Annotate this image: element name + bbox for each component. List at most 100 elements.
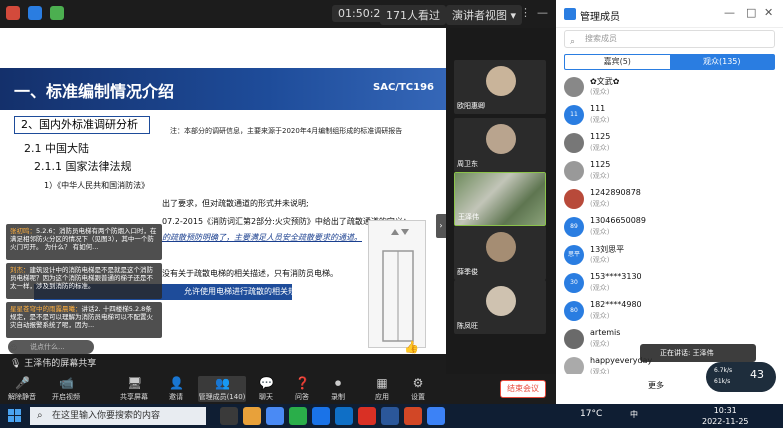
video-tile[interactable]: 陈凤旺 (454, 280, 546, 334)
viewer-count[interactable]: 171人看过 (380, 5, 446, 25)
screen-share-label: 🎙 王泽伟的屏幕共享 (0, 354, 446, 374)
more-icon[interactable]: ⋮ (520, 6, 531, 19)
wechat-icon[interactable] (289, 407, 307, 425)
screen-share-text: 王泽伟的屏幕共享 (24, 359, 97, 369)
avatar (564, 161, 584, 181)
screen-icon: 🖥 (127, 376, 143, 390)
shield-icon[interactable] (28, 6, 42, 20)
mic-off-icon: 🎤 (15, 376, 30, 390)
member-role: (观众) (590, 256, 610, 264)
member-name: artemis (590, 328, 621, 337)
download-speed: 61k/s (714, 378, 731, 385)
members-icon (564, 8, 576, 20)
speaker-view-button[interactable]: 演讲者视图 ▾ (446, 5, 523, 25)
share-screen-button[interactable]: 🖥 共享屏幕 (114, 376, 154, 402)
minimize-icon[interactable]: — (724, 6, 735, 19)
powerpoint-icon[interactable] (404, 407, 422, 425)
slide-org: SAC/TC196 (373, 82, 434, 93)
restore-icon[interactable]: □ (746, 6, 756, 19)
tab-guests[interactable]: 嘉宾(5) (565, 55, 670, 69)
member-row[interactable]: 30 153****3130 (观众) (556, 270, 783, 298)
member-name: 153****3130 (590, 272, 642, 281)
participant-name: 欧阳惠卿 (457, 102, 485, 110)
avatar: 89 (564, 217, 584, 237)
browser-icon[interactable] (266, 407, 284, 425)
member-search-input[interactable]: ⌕ 搜索成员 (564, 30, 775, 48)
apps-button[interactable]: ▦ 应用 (362, 376, 402, 402)
tab-audience[interactable]: 观众(135) (669, 55, 774, 69)
search-placeholder: 搜索成员 (585, 34, 617, 43)
tool-label: 录制 (331, 393, 345, 401)
taskbar-apps (220, 407, 445, 425)
network-percent: 43 (750, 368, 764, 381)
member-role: (观众) (590, 116, 610, 124)
panel-header: 管理成员 — □ ✕ (556, 0, 783, 28)
video-tile[interactable]: 周卫东 (454, 118, 546, 172)
member-name: 1125 (590, 132, 611, 141)
input-language[interactable]: 中 (630, 409, 638, 420)
avatar: 80 (564, 301, 584, 321)
shared-slide: 一、标准编制情况介绍 SAC/TC196 2、国内外标准调研分析 注：本部分的调… (0, 28, 446, 354)
like-icon[interactable]: 👍 (404, 340, 419, 354)
body-line-4: 没有关于疏散电梯的相关描述，只有消防员电梯。 (162, 269, 338, 278)
invite-button[interactable]: 👤 邀请 (156, 376, 196, 402)
member-name: 13刘思平 (590, 245, 625, 254)
bullet-1: 1）《中华人民共和国消防法》 (44, 181, 150, 190)
member-name: 13046650089 (590, 216, 646, 225)
video-tile[interactable]: 欧阳惠卿 (454, 60, 546, 114)
avatar (564, 329, 584, 349)
video-tile-active[interactable]: 王泽伟 (454, 172, 546, 226)
settings-button[interactable]: ⚙ 设置 (398, 376, 438, 402)
chat-input[interactable]: 说点什么... (8, 340, 94, 354)
elevator-icon (382, 229, 414, 342)
more-button[interactable]: 更多 (648, 380, 664, 391)
edge-icon[interactable] (335, 407, 353, 425)
start-video-button[interactable]: 📹 开启视频 (46, 376, 86, 402)
tencent-meeting-icon[interactable] (427, 407, 445, 425)
member-row[interactable]: 89 13046650089 (观众) (556, 214, 783, 242)
video-tile[interactable]: 薛季俊 (454, 226, 546, 280)
video-strip: 欧阳惠卿 周卫东 王泽伟 薛季俊 陈凤旺 (446, 28, 556, 374)
upload-speed: 6.7k/s (714, 367, 733, 374)
member-role: (观众) (590, 340, 610, 348)
windows-start-icon[interactable] (8, 409, 22, 423)
task-view-icon[interactable] (220, 407, 238, 425)
window-controls: ⋮ — (520, 6, 548, 19)
member-row[interactable]: 1125 (观众) (556, 130, 783, 158)
minimize-icon[interactable]: — (537, 6, 548, 19)
member-row[interactable]: 11 111 (观众) (556, 102, 783, 130)
avatar: 30 (564, 273, 584, 293)
taskbar-search-input[interactable]: ⌕ 在这里输入你要搜索的内容 (30, 407, 206, 425)
unmute-button[interactable]: 🎤 解除静音 (2, 376, 42, 402)
info-icon[interactable] (6, 6, 20, 20)
record-button[interactable]: ⏺ 录制 (318, 376, 358, 402)
weather-widget[interactable]: 17°C (580, 409, 602, 419)
record-icon: ⏺ (334, 376, 341, 390)
app-icon[interactable] (358, 407, 376, 425)
end-meeting-button[interactable]: 结束会议 (500, 380, 546, 398)
manage-members-button[interactable]: 👥 管理成员(140) (198, 376, 246, 402)
tool-label: 应用 (375, 393, 389, 401)
slide-header: 一、标准编制情况介绍 SAC/TC196 (0, 68, 446, 110)
app-icon[interactable] (312, 407, 330, 425)
file-explorer-icon[interactable] (243, 407, 261, 425)
word-icon[interactable] (381, 407, 399, 425)
qa-button[interactable]: ❓ 问答 (282, 376, 322, 402)
member-row[interactable]: 1125 (观众) (556, 158, 783, 186)
member-row[interactable]: ✿文武✿ (观众) (556, 74, 783, 102)
member-row[interactable]: 思平 13刘思平 (观众) (556, 242, 783, 270)
member-name: 111 (590, 104, 606, 113)
taskbar-clock[interactable]: 10:31 2022-11-25 (702, 405, 749, 427)
member-row[interactable]: 1242890878 (观众) (556, 186, 783, 214)
close-icon[interactable]: ✕ (764, 6, 773, 19)
member-role: (观众) (590, 228, 610, 236)
collapse-chevron-icon[interactable]: › (436, 214, 446, 238)
chat-message: 星星苍穹中的雨露晨曦：讲话2. 十四楼梯5.2.8条规定，是不是可以理解为消防员… (6, 302, 162, 338)
app-window: 01:50:24 171人看过 演讲者视图 ▾ ⋮ — 一、标准编制情况介绍 S… (0, 0, 783, 428)
signal-icon[interactable] (50, 6, 64, 20)
member-row[interactable]: 80 182****4980 (观众) (556, 298, 783, 326)
gear-icon: ⚙ (412, 376, 424, 390)
chat-button[interactable]: 💬 聊天 (246, 376, 286, 402)
network-widget: 6.7k/s 61k/s 43 (706, 362, 776, 392)
member-role: (观众) (590, 368, 610, 374)
